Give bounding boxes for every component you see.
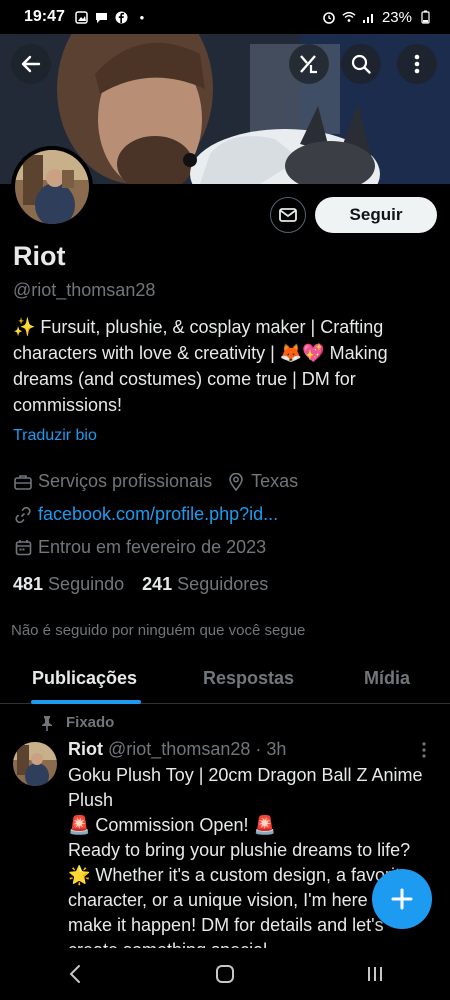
profile-tabs: Publicações Respostas Mídia [0, 656, 450, 704]
system-navigation-bar [0, 948, 450, 1000]
following-count: 481 [13, 574, 44, 594]
profile-website-link[interactable]: facebook.com/profile.php?id... [38, 504, 278, 525]
gallery-icon [75, 10, 89, 24]
following-link[interactable]: 481 Seguindo [13, 574, 124, 595]
back-button[interactable] [11, 44, 51, 84]
link-icon [13, 505, 33, 525]
pin-icon [42, 715, 52, 731]
message-icon [95, 10, 109, 24]
profile-bio: ✨ Fursuit, plushie, & cosplay maker | Cr… [13, 317, 388, 415]
post-avatar[interactable] [13, 742, 57, 786]
signal-icon [362, 10, 376, 24]
more-vertical-icon [422, 742, 426, 758]
tab-respostas[interactable]: Respostas [203, 668, 294, 689]
wifi-icon [342, 10, 356, 24]
translate-bio-link[interactable]: Traduzir bio [13, 427, 97, 445]
followers-label: Seguidores [177, 574, 269, 594]
plus-icon [391, 888, 413, 910]
battery-level: 23% [381, 8, 412, 26]
location-icon [226, 472, 246, 492]
pinned-label: Fixado [66, 714, 115, 731]
status-time: 19:47 [24, 8, 65, 25]
profile-name: Riot [13, 241, 66, 271]
follow-button[interactable]: Seguir [315, 197, 437, 233]
active-tab-indicator [31, 700, 141, 704]
post-more-button[interactable] [422, 742, 426, 763]
post-author-name[interactable]: Riot [68, 739, 103, 759]
alarm-icon [322, 10, 336, 24]
more-vertical-icon [414, 54, 420, 74]
not-followed-notice: Não é seguido por ninguém que você segue [11, 622, 306, 639]
avatar-image [15, 150, 89, 224]
nav-home-button[interactable] [195, 964, 255, 984]
search-button[interactable] [341, 44, 381, 84]
briefcase-icon [13, 472, 33, 492]
post-line: Goku Plush Toy | 20cm Dragon Ball Z Anim… [68, 765, 423, 810]
profile-location: Texas [251, 471, 299, 491]
mail-icon [279, 208, 297, 222]
followers-link[interactable]: 241 Seguidores [142, 574, 268, 595]
pinned-indicator: Fixado [40, 714, 114, 731]
search-icon [351, 54, 371, 74]
post-author-handle[interactable]: @riot_thomsan28 [108, 739, 250, 759]
nav-back-button[interactable] [45, 964, 105, 984]
post-time: · 3h [255, 739, 287, 759]
status-bar: 19:47 • 23% [0, 0, 450, 34]
calendar-icon [13, 538, 33, 558]
profile-location-group: Texas [226, 471, 298, 492]
post-line: 🚨 Commission Open! 🚨 [68, 815, 276, 835]
more-options-button[interactable] [397, 44, 437, 84]
profile-avatar[interactable] [11, 146, 93, 228]
chevron-left-icon [69, 965, 80, 983]
facebook-icon [115, 10, 129, 24]
notification-icons: • [75, 9, 149, 25]
follow-counts: 481 Seguindo 241 Seguidores [13, 574, 268, 595]
back-icon [21, 55, 41, 73]
compose-button[interactable] [372, 869, 432, 929]
grok-icon [300, 55, 317, 74]
message-button[interactable] [270, 197, 306, 233]
profile-category[interactable]: Serviços profissionais [38, 471, 212, 492]
recents-icon [368, 967, 382, 981]
post-body[interactable]: Goku Plush Toy | 20cm Dragon Ball Z Anim… [68, 763, 428, 948]
tab-midia[interactable]: Mídia [364, 668, 410, 689]
status-right: 23% [322, 9, 432, 26]
profile-meta-website: facebook.com/profile.php?id... [13, 504, 278, 525]
nav-recents-button[interactable] [345, 965, 405, 983]
grok-button[interactable] [289, 44, 329, 84]
post-header: Riot @riot_thomsan28 · 3h [68, 739, 286, 760]
following-label: Seguindo [48, 574, 125, 594]
post-avatar-image [13, 742, 57, 786]
home-icon [216, 965, 234, 983]
profile-meta-category: Serviços profissionais Texas [13, 471, 298, 492]
profile-handle: @riot_thomsan28 [13, 280, 156, 300]
followers-count: 241 [142, 574, 173, 594]
profile-joined: Entrou em fevereiro de 2023 [38, 537, 267, 557]
profile-meta-joined: Entrou em fevereiro de 2023 [13, 537, 266, 558]
tab-publicacoes[interactable]: Publicações [32, 668, 137, 689]
dot-icon: • [139, 9, 145, 25]
battery-icon [418, 10, 432, 24]
